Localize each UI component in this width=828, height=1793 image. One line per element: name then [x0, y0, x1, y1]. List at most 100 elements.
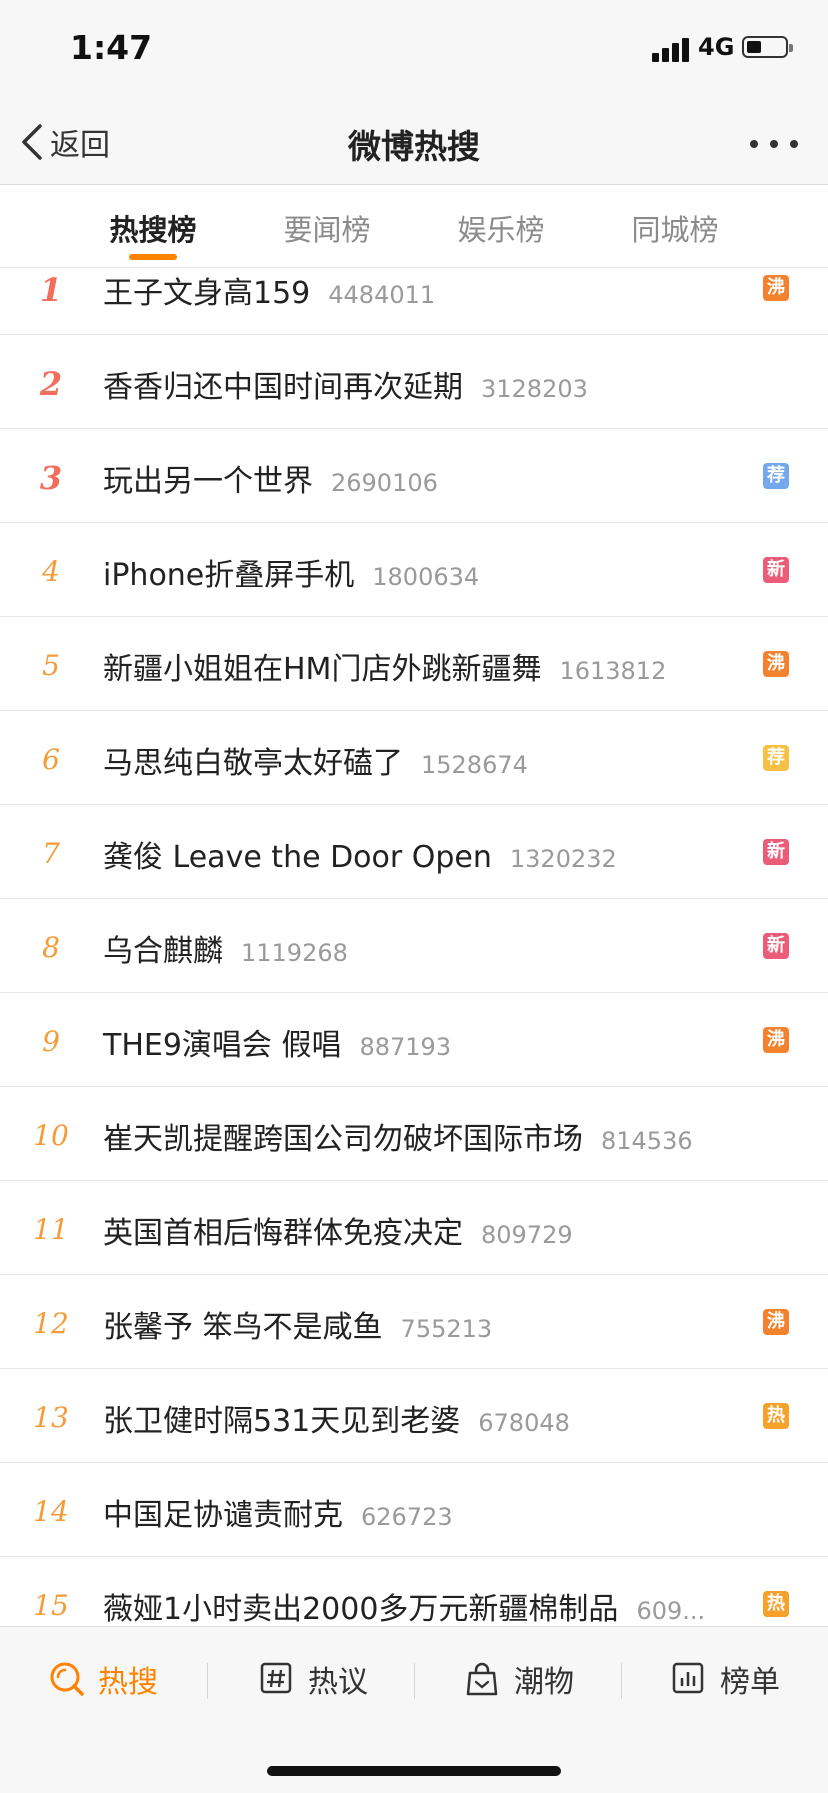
tab-local[interactable]: 同城榜 [610, 207, 740, 249]
status-badge: 沸 [763, 651, 789, 677]
search-count: 755213 [400, 1315, 493, 1343]
topic: 中国足协谴责耐克 626723 [103, 1490, 453, 1534]
topic-title: 张卫健时隔531天见到老婆 [103, 1404, 461, 1439]
status-badge: 荐 [763, 463, 789, 489]
rank-number: 3 [39, 459, 63, 497]
rank-number: 14 [33, 1495, 69, 1528]
rank-number: 15 [33, 1589, 69, 1622]
list-item[interactable]: 1 王子文身高159 4484011 沸 [0, 268, 828, 335]
list-item[interactable]: 7 龚俊 Leave the Door Open 1320232 新 [0, 806, 828, 899]
topic-title: THE9演唱会 假唱 [103, 1028, 342, 1063]
topic: 玩出另一个世界 2690106 [103, 456, 438, 500]
rank-number: 6 [42, 743, 60, 776]
topic: 马思纯白敬亭太好磕了 1528674 [103, 738, 528, 782]
topic-title: 王子文身高159 [103, 276, 311, 311]
status-bar: 1:47 4G [0, 0, 828, 100]
rank-number: 12 [33, 1307, 69, 1340]
tab-hot-search[interactable]: 热搜榜 [88, 207, 218, 249]
trending-list: 1 王子文身高159 4484011 沸 2 香香归还中国时间再次延期 3128203 3 玩出… [0, 268, 828, 1626]
status-badge: 新 [763, 557, 789, 583]
status-badge: 新 [763, 933, 789, 959]
search-count: 1613812 [559, 657, 667, 685]
bottom-nav-label: 热议 [308, 1665, 368, 1700]
divider [414, 1663, 415, 1699]
rank-number: 11 [33, 1213, 69, 1246]
list-item[interactable]: 8 乌合麒麟 1119268 新 [0, 900, 828, 993]
rank-number: 8 [42, 931, 60, 964]
list-item[interactable]: 3 玩出另一个世界 2690106 荐 [0, 430, 828, 523]
list-item[interactable]: 6 马思纯白敬亭太好磕了 1528674 荐 [0, 712, 828, 805]
list-item[interactable]: 9 THE9演唱会 假唱 887193 沸 [0, 994, 828, 1087]
topic-title: 玩出另一个世界 [103, 464, 313, 499]
bottom-nav-label: 热搜 [98, 1665, 158, 1700]
topic-title: iPhone折叠屏手机 [103, 558, 355, 593]
rank-number: 1 [39, 271, 63, 309]
topic-title: 张馨予 笨鸟不是咸鱼 [103, 1310, 383, 1345]
rank-number: 4 [42, 555, 60, 588]
list-item[interactable]: 12 张馨予 笨鸟不是咸鱼 755213 沸 [0, 1276, 828, 1369]
topic-title: 马思纯白敬亭太好磕了 [103, 746, 403, 781]
topic-title: 香香归还中国时间再次延期 [103, 370, 463, 405]
search-count: 626723 [361, 1503, 453, 1531]
divider [207, 1663, 208, 1699]
status-badge: 沸 [763, 275, 789, 301]
topic: 薇娅1小时卖出2000多万元新疆棉制品 609... [103, 1584, 705, 1626]
shopping-bag-icon [466, 1662, 498, 1696]
search-count: 3128203 [481, 375, 588, 403]
more-icon[interactable] [750, 138, 798, 150]
search-count: 814536 [601, 1127, 693, 1155]
hot-search-icon [50, 1662, 84, 1696]
search-count: 609... [636, 1597, 706, 1625]
status-time: 1:47 [70, 28, 153, 67]
topic: 王子文身高159 4484011 [103, 268, 435, 312]
search-count: 1528674 [421, 751, 528, 779]
topic-title: 新疆小姐姐在HM门店外跳新疆舞 [103, 652, 542, 687]
rank-number: 5 [42, 649, 60, 682]
nav-bar: 返回 微博热搜 [0, 100, 828, 185]
rank-number: 13 [33, 1401, 69, 1434]
bottom-nav-hot-search[interactable]: 热搜 [48, 1657, 158, 1701]
list-item[interactable]: 2 香香归还中国时间再次延期 3128203 [0, 336, 828, 429]
topic: 香香归还中国时间再次延期 3128203 [103, 362, 588, 406]
search-count: 1800634 [372, 563, 480, 591]
topic: 龚俊 Leave the Door Open 1320232 [103, 832, 617, 876]
list-item[interactable]: 4 iPhone折叠屏手机 1800634 新 [0, 524, 828, 617]
bottom-nav-discussion[interactable]: 热议 [258, 1657, 368, 1701]
topic-title: 薇娅1小时卖出2000多万元新疆棉制品 [103, 1592, 619, 1626]
search-count: 887193 [359, 1033, 452, 1061]
topic: 乌合麒麟 1119268 [103, 926, 348, 970]
list-item[interactable]: 11 英国首相后悔群体免疫决定 809729 [0, 1182, 828, 1275]
chart-icon [672, 1662, 704, 1694]
rank-number: 2 [39, 365, 63, 403]
topic: 崔天凯提醒跨国公司勿破坏国际市场 814536 [103, 1114, 693, 1158]
list-item[interactable]: 10 崔天凯提醒跨国公司勿破坏国际市场 814536 [0, 1088, 828, 1181]
rank-number: 9 [42, 1025, 60, 1058]
home-indicator [267, 1766, 561, 1776]
tab-entertainment[interactable]: 娱乐榜 [436, 207, 566, 249]
topic: 张卫健时隔531天见到老婆 678048 [103, 1396, 570, 1440]
signal-icon [652, 36, 692, 62]
list-item[interactable]: 14 中国足协谴责耐克 626723 [0, 1464, 828, 1557]
search-count: 4484011 [328, 281, 436, 309]
status-badge: 热 [763, 1403, 789, 1429]
topic: iPhone折叠屏手机 1800634 [103, 550, 479, 594]
topic-title: 英国首相后悔群体免疫决定 [103, 1216, 463, 1251]
list-item[interactable]: 5 新疆小姐姐在HM门店外跳新疆舞 1613812 沸 [0, 618, 828, 711]
status-badge: 热 [763, 1591, 789, 1617]
list-item[interactable]: 15 薇娅1小时卖出2000多万元新疆棉制品 609... 热 [0, 1558, 828, 1626]
list-item[interactable]: 13 张卫健时隔531天见到老婆 678048 热 [0, 1370, 828, 1463]
status-badge: 新 [763, 839, 789, 865]
tab-bar: 热搜榜 要闻榜 娱乐榜 同城榜 [0, 185, 828, 268]
network-type: 4G [698, 33, 735, 61]
search-count: 678048 [478, 1409, 570, 1437]
bottom-nav-rankings[interactable]: 榜单 [670, 1657, 780, 1701]
topic-title: 中国足协谴责耐克 [103, 1498, 343, 1533]
topic: 英国首相后悔群体免疫决定 809729 [103, 1208, 573, 1252]
tab-news[interactable]: 要闻榜 [262, 207, 392, 249]
hashtag-icon [260, 1662, 292, 1694]
bottom-nav-trends[interactable]: 潮物 [464, 1657, 574, 1701]
search-count: 1320232 [509, 845, 617, 873]
topic: 张馨予 笨鸟不是咸鱼 755213 [103, 1302, 492, 1346]
search-count: 1119268 [241, 939, 348, 967]
topic-title: 乌合麒麟 [103, 934, 223, 969]
